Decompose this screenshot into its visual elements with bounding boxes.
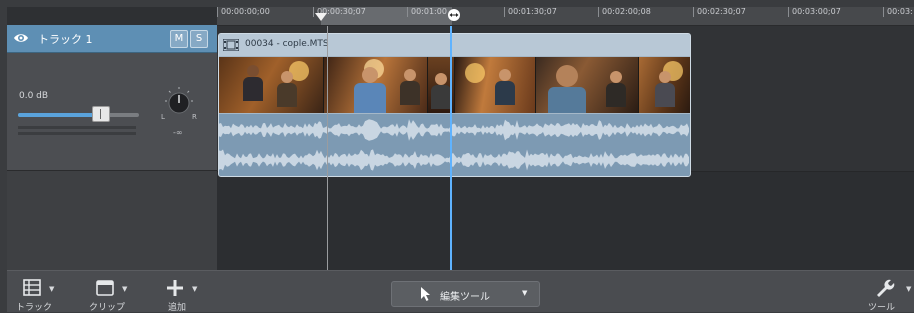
mute-button[interactable]: M (170, 30, 188, 48)
clip-thumbnail (323, 57, 428, 113)
edit-tool-label: 編集ツール (440, 292, 490, 303)
chevron-down-icon: ▼ (522, 289, 528, 297)
audio-meter (18, 126, 136, 129)
pan-value: -∞ (173, 128, 183, 137)
plus-icon (167, 280, 183, 296)
waveform-graphic (219, 119, 689, 171)
ruler-tick-label: 00:00:00;00 (217, 7, 270, 17)
track-menu-button[interactable]: ▼ トラック (11, 277, 57, 313)
video-clip[interactable]: 00034 - cople.MTS (218, 33, 691, 177)
add-menu-label: 追加 (167, 303, 186, 313)
volume-readout: 0.0 dB (19, 91, 49, 101)
clip-header: 00034 - cople.MTS (219, 34, 690, 56)
in-point-line (327, 26, 328, 278)
video-editor-window: 00:00:00;00 00:00:30;07 00:01:00 00:01:3… (7, 7, 914, 313)
ruler-tick-label: 00:02:30;07 (693, 7, 746, 17)
tools-menu-button[interactable]: ▼ ツール (862, 277, 914, 313)
ruler-tick-label: 00:03:00;07 (788, 7, 841, 17)
eye-icon[interactable] (13, 31, 29, 45)
solo-button[interactable]: S (190, 30, 208, 48)
film-strip-icon (223, 39, 239, 51)
edit-tool-dropdown[interactable]: 編集ツール ▼ (391, 281, 540, 307)
clip-title: 00034 - cople.MTS (245, 39, 329, 49)
volume-slider-thumb[interactable] (92, 106, 110, 122)
volume-slider[interactable] (18, 113, 139, 117)
bottom-toolbar: ▼ トラック ▼ クリップ ▼ 追加 編集ツール ▼ ▼ ツール (7, 270, 914, 313)
clip-thumbnails (219, 57, 690, 113)
clip-menu-button[interactable]: ▼ クリップ (84, 277, 130, 313)
ruler-tick-label: 00:02:00;08 (598, 7, 651, 17)
pan-right-label: R (192, 113, 197, 121)
track-menu-label: トラック (15, 303, 52, 313)
ruler-tick-label: 00:01:30;07 (504, 7, 557, 17)
clip-thumbnail (638, 57, 690, 113)
empty-track-header (7, 171, 217, 270)
cursor-arrow-icon (421, 287, 430, 301)
track-list-icon (23, 279, 41, 296)
chevron-down-icon: ▼ (906, 285, 912, 293)
track-controls: 0.0 dB L R -∞ (7, 53, 217, 171)
playhead[interactable] (450, 26, 452, 278)
clip-thumbnail (219, 57, 324, 113)
waveform-channel (219, 119, 689, 141)
volume-slider-fill (18, 113, 103, 117)
clip-icon (96, 280, 114, 296)
wrench-icon (877, 279, 895, 297)
playhead-handle-icon[interactable] (447, 8, 461, 22)
chevron-down-icon: ▼ (122, 285, 128, 293)
clip-menu-label: クリップ (88, 303, 125, 313)
add-menu-button[interactable]: ▼ 追加 (154, 277, 200, 313)
audio-waveform (219, 114, 690, 176)
in-point-marker[interactable] (315, 13, 327, 21)
chevron-down-icon: ▼ (192, 285, 198, 293)
track-name[interactable]: トラック 1 (38, 31, 93, 47)
pan-left-label: L (161, 113, 165, 121)
audio-meter (18, 132, 136, 135)
pan-knob[interactable] (163, 86, 195, 118)
clip-thumbnail (535, 57, 639, 113)
ruler-tick-label: 00:03: (883, 7, 913, 17)
ruler-tick-label: 00:01:00 (407, 7, 447, 17)
timeline-area[interactable]: 00034 - cople.MTS (217, 26, 914, 270)
clip-thumbnail (454, 57, 536, 113)
track-header[interactable]: トラック 1 M S (7, 25, 217, 53)
chevron-down-icon: ▼ (49, 285, 55, 293)
waveform-channel (219, 149, 689, 171)
tools-menu-label: ツール (868, 303, 896, 313)
timeline-ruler[interactable]: 00:00:00;00 00:00:30;07 00:01:00 00:01:3… (217, 7, 914, 26)
